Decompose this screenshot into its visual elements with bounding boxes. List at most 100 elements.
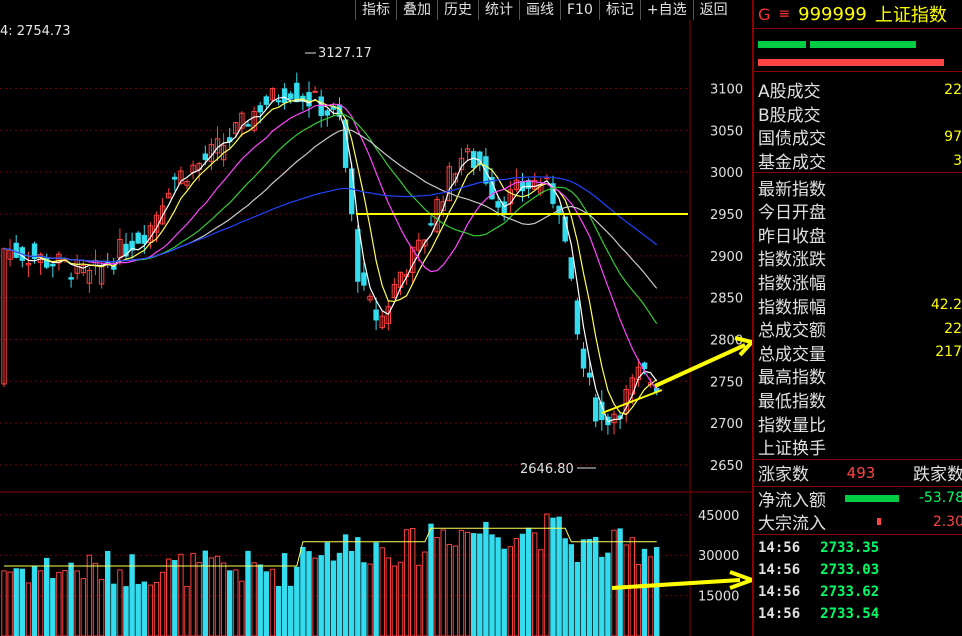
volume-bar [471, 533, 477, 636]
volume-bar [117, 569, 123, 636]
volume-bar [74, 570, 80, 636]
toolbar-btn-2[interactable]: 历史 [437, 0, 478, 20]
row-label: 最低指数 [758, 392, 826, 413]
rows1-row: 国债成交 97 [754, 125, 962, 150]
volume-bar [318, 555, 324, 636]
candle-body [361, 272, 367, 286]
volume-bar [446, 543, 453, 636]
volume-bar [593, 536, 599, 636]
volume-bar [135, 583, 141, 636]
volume-bar [92, 562, 99, 636]
volume-bar [19, 568, 26, 636]
volume-bar [153, 581, 160, 636]
candle-body [306, 92, 312, 107]
row-label: 国债成交 [758, 129, 826, 150]
tick-time: 14:56 [758, 539, 801, 556]
volume-bar [1, 570, 7, 636]
rows2-row: 昨日收盘 [754, 223, 962, 247]
volume-bar [98, 578, 105, 636]
candle-body [355, 229, 361, 282]
ratio-bar-red [758, 59, 944, 66]
rows2-row: 指数振幅 42.2 [754, 293, 962, 318]
price-tick: 2950 [710, 208, 743, 223]
toolbar-btn-3[interactable]: 统计 [478, 0, 519, 20]
toolbar-btn-1[interactable]: 叠加 [396, 0, 437, 20]
volume-bar [141, 581, 148, 636]
volume-bar [263, 571, 270, 636]
volume-bar [68, 562, 74, 636]
tick-time: 14:56 [758, 583, 801, 600]
index-rows: 最新指数 今日开盘 昨日收盘 指数涨跌 指数涨幅 指数振幅 42.2 总成交额 22 总成交量 21… [754, 172, 962, 459]
tick-time: 14:56 [758, 561, 801, 578]
volume-tick: 45000 [698, 509, 739, 524]
volume-bar [220, 562, 227, 636]
volume-bar [251, 562, 257, 636]
volume-bar [519, 533, 526, 636]
high-label: 3127.17 [318, 46, 372, 61]
price-tick: 3000 [710, 166, 743, 181]
row-label: A股成交 [758, 82, 821, 103]
volume-bar [159, 571, 166, 636]
volume-bar [233, 569, 239, 636]
row-label: 指数振幅 [758, 297, 826, 318]
tick-row: 14:56 2733.03 [754, 559, 962, 581]
volume-bar [269, 568, 276, 636]
tick-price: 2733.62 [820, 583, 880, 600]
toolbar-btn-7[interactable]: +自选 [639, 0, 693, 20]
volume-bar [147, 584, 154, 636]
volume-bar [507, 546, 514, 636]
tick-row: 14:56 2733.62 [754, 581, 962, 603]
price-tick: 3100 [710, 83, 743, 98]
block-row: 大宗流入 2.30 [758, 513, 962, 535]
volume-bar [641, 548, 648, 636]
ratio-bar-green-a [758, 41, 806, 48]
price-tick: 2750 [710, 375, 743, 390]
ratio-bars [754, 29, 962, 72]
toolbar-btn-6[interactable]: 标记 [598, 0, 640, 20]
volume-bar [477, 533, 483, 636]
volume-bar [586, 538, 593, 636]
volume-bar [324, 542, 331, 636]
row-label: B股成交 [758, 105, 821, 126]
turnover-rows: A股成交 22 B股成交 国债成交 97 基金成交 3 [754, 72, 962, 174]
volume-bar [580, 539, 587, 636]
volume-bar [611, 529, 617, 636]
volume-bar [245, 550, 251, 636]
volume-bar [257, 564, 263, 636]
volume-bar [300, 546, 306, 636]
volume-bar [458, 529, 465, 636]
row-label: 最高指数 [758, 368, 826, 389]
volume-bar [288, 585, 294, 636]
row-label: 指数涨幅 [758, 274, 826, 295]
row-label: 总成交额 [758, 321, 826, 342]
volume-bar [330, 560, 337, 636]
volume-bar [196, 562, 202, 636]
volume-bar [239, 580, 245, 636]
volume-bar [501, 548, 507, 636]
price-tick: 2900 [710, 250, 743, 265]
volume-bar [105, 550, 111, 636]
inflow-bar [845, 494, 900, 502]
volume-bar [568, 544, 574, 636]
group-tag[interactable]: G [758, 5, 770, 24]
volume-bar [538, 549, 544, 636]
kline-chart[interactable]: 3100305030002950290028502800275027002650… [0, 0, 752, 636]
rows1-row: 基金成交 3 [754, 149, 962, 174]
price-tick: 3050 [710, 124, 743, 139]
volume-bar [410, 528, 416, 636]
toolbar-btn-0[interactable]: 指标 [355, 0, 396, 20]
toolbar-btn-4[interactable]: 画线 [519, 0, 560, 20]
candle-body [288, 93, 294, 100]
toolbar-btn-8[interactable]: 返回 [692, 0, 734, 20]
volume-bar [635, 563, 642, 636]
rows2-row: 今日开盘 [754, 199, 962, 223]
rows2-row: 最高指数 [754, 364, 962, 388]
toolbar-btn-5[interactable]: F10 [560, 0, 599, 20]
volume-bar [422, 551, 428, 636]
menu-icon[interactable]: ≡ [778, 6, 790, 22]
candle-body [281, 88, 288, 104]
row-value: 22 [944, 320, 962, 337]
rows2-row: 指数量比 [754, 411, 962, 436]
tick-row: 14:56 2733.35 [754, 537, 962, 559]
volume-bar [434, 537, 440, 636]
